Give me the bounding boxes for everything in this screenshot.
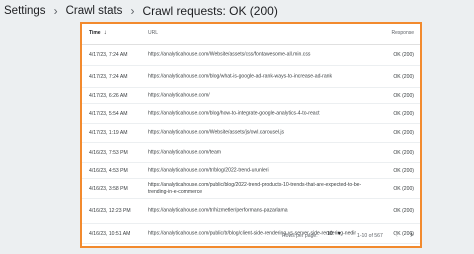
row-time: 4/16/23, 7:53 PM [89,149,128,156]
column-header-time[interactable]: Time ↓ [89,29,107,37]
breadcrumb-crawl-stats[interactable]: Crawl stats [66,5,123,17]
table-header: Time ↓ URL Response [82,24,420,45]
table-row[interactable]: 4/17/23, 7:24 AM https://analyticahouse.… [82,66,420,88]
row-url: https://analyticahouse.com/team [148,149,222,155]
arrow-down-icon: ↓ [103,29,107,36]
row-url: https://analyticahouse.com/Website/asset… [148,51,311,58]
row-response: OK (200) [393,92,414,99]
crawl-requests-panel: Time ↓ URL Response 4/17/23, 7:24 AM htt… [80,22,422,248]
row-url: https://analyticahouse.com/ [148,92,210,98]
chevron-right-icon[interactable]: › [410,230,413,239]
table-row[interactable]: 4/16/23, 3:58 PM https://analyticahouse.… [82,179,420,199]
rows-per-page-value: 10 [327,231,333,237]
row-response: OK (200) [393,167,414,174]
row-response: OK (200) [393,149,414,156]
row-time: 4/17/23, 1:19 AM [89,130,128,136]
breadcrumb-separator-icon: › [53,4,58,18]
table-row[interactable]: 4/16/23, 4:53 PM https://analyticahouse.… [82,163,420,179]
table-row[interactable]: 4/17/23, 5:54 AM https://analyticahouse.… [82,104,420,124]
row-response: OK (200) [393,208,414,214]
row-url: https://analyticahouse.com/public/blog/2… [148,181,362,195]
column-header-url: URL [148,30,159,36]
row-time: 4/17/23, 5:54 AM [89,110,128,117]
caret-down-icon: ▼ [336,231,342,237]
row-response: OK (200) [393,130,414,136]
table-row[interactable]: 4/16/23, 7:53 PM https://analyticahouse.… [82,143,420,163]
row-time: 4/17/23, 6:26 AM [89,92,128,99]
table-row[interactable]: 4/17/23, 7:24 AM https://analyticahouse.… [82,45,420,66]
table-row[interactable]: 4/17/23, 1:19 AM https://analyticahouse.… [82,124,420,143]
chevron-left-icon[interactable]: ‹ [395,230,398,239]
row-time: 4/16/23, 3:58 PM [89,185,128,192]
breadcrumb-settings[interactable]: Settings [4,5,46,17]
row-url: https://analyticahouse.com/blog/what-is-… [148,73,333,79]
column-header-response: Response [391,30,414,36]
row-response: OK (200) [393,73,414,80]
row-response: OK (200) [393,185,414,192]
row-url: https://analyticahouse.com/Website/asset… [148,129,285,136]
pagination: Rows per page: 10 ▼ 1-10 of 567 ‹ › [82,226,420,246]
row-url: https://analyticahouse.com/blog/how-to-i… [148,110,320,116]
page-title: Crawl requests: OK (200) [142,4,278,18]
row-time: 4/17/23, 7:24 AM [89,73,128,80]
table-row[interactable]: 4/17/23, 6:26 AM https://analyticahouse.… [82,88,420,104]
row-url: https://analyticahouse.com/tr/hizmetler/… [148,207,288,214]
table-row[interactable]: 4/16/23, 12:23 PM https://analyticahouse… [82,199,420,224]
row-response: OK (200) [393,52,414,58]
rows-per-page-label: Rows per page: [282,233,318,239]
row-time: 4/16/23, 4:53 PM [89,167,128,174]
crawl-requests-table: Time ↓ URL Response 4/17/23, 7:24 AM htt… [82,24,420,244]
row-url: https://analyticahouse.com/tr/blog/2022-… [148,167,269,173]
row-time: 4/16/23, 12:23 PM [89,208,131,214]
pagination-range: 1-10 of 567 [357,233,383,239]
row-response: OK (200) [393,110,414,117]
breadcrumb: Settings › Crawl stats › Crawl requests:… [4,3,278,19]
rows-per-page-select[interactable]: 10 ▼ [327,231,342,237]
breadcrumb-separator-icon: › [130,4,135,18]
column-header-time-label: Time [89,30,101,36]
row-time: 4/17/23, 7:24 AM [89,52,128,58]
